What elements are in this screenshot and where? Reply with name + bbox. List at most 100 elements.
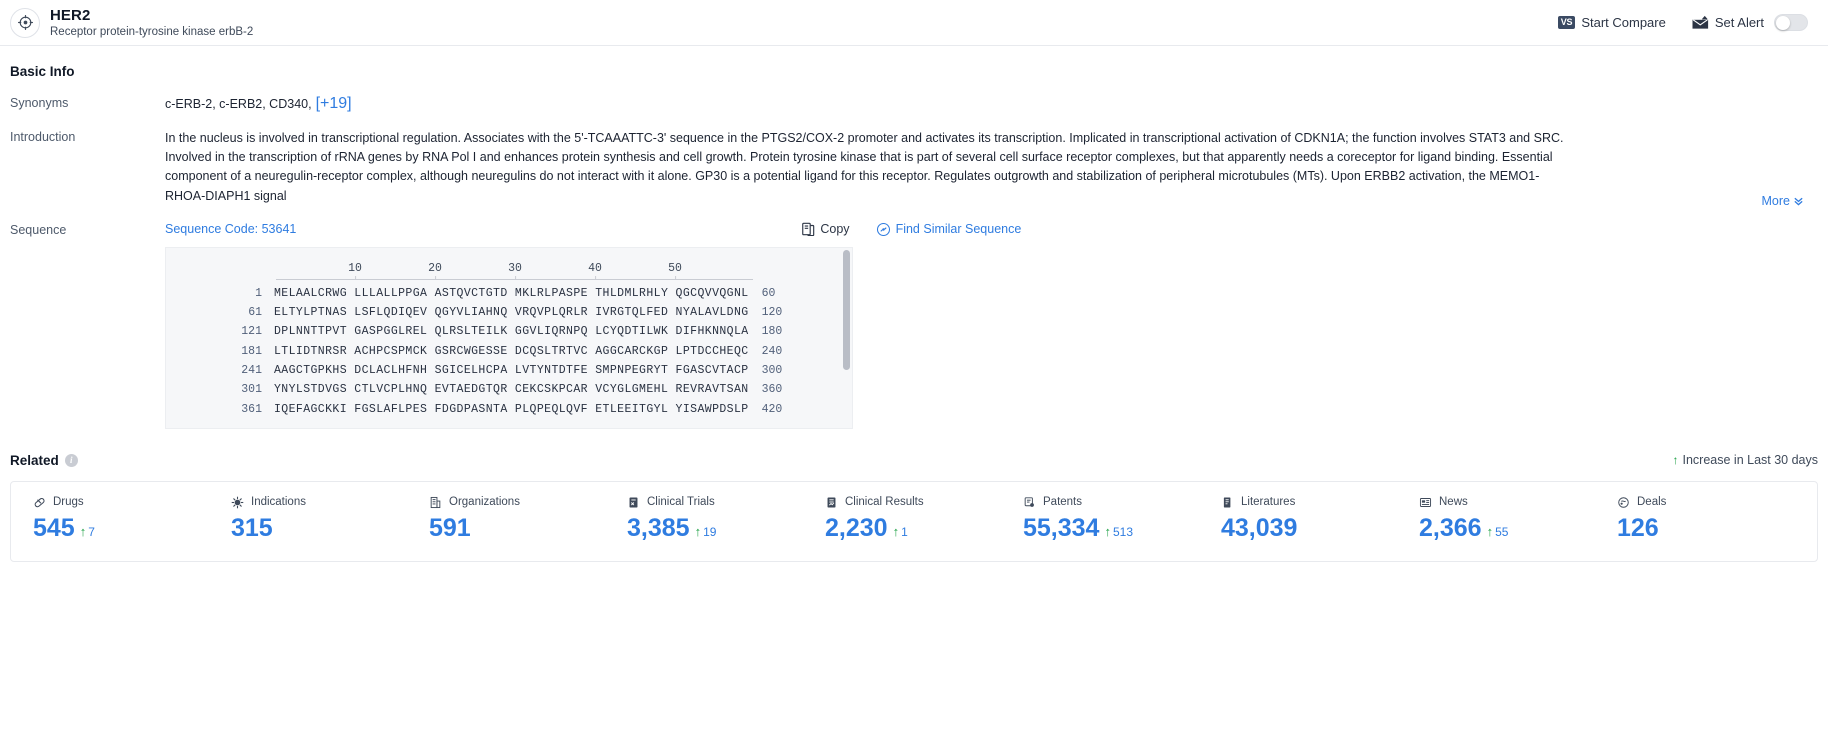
page-title: HER2 (50, 6, 91, 24)
card-label: Organizations (449, 496, 520, 509)
related-card-deals[interactable]: Deals 126 (1595, 496, 1793, 543)
sequence-start-index: 181 (241, 344, 262, 358)
basic-info-title: Basic Info (10, 64, 75, 79)
results-doc-icon (825, 496, 838, 509)
header-actions: VS Start Compare Set Alert (1557, 14, 1808, 31)
alert-envelope-icon (1692, 15, 1709, 30)
related-header: Related i ↑ Increase in Last 30 days (10, 453, 1818, 468)
sequence-start-index: 241 (241, 364, 262, 377)
ruler-tick-30: 30 (508, 261, 522, 280)
introduction-label: Introduction (10, 130, 76, 144)
related-card-literatures[interactable]: Literatures 43,039 (1199, 496, 1397, 543)
sequence-line: 181 LTLIDTNRSR ACHPCSPMCK GSRCWGESSE DCQS… (166, 342, 852, 361)
copy-button[interactable]: Copy (801, 222, 850, 237)
card-label: Clinical Results (845, 496, 924, 509)
more-label: More (1761, 193, 1790, 208)
up-arrow-icon: ↑ (1104, 523, 1111, 539)
card-value-row: 43,039 (1221, 513, 1397, 543)
related-card-patents[interactable]: Patents 55,334 ↑ 513 (1001, 496, 1199, 543)
card-value-row: 126 (1617, 513, 1793, 543)
up-arrow-icon: ↑ (79, 523, 87, 539)
sequence-viewer[interactable]: 10 20 30 40 50 1 MELAALCRWG LLLALLPPGA AS… (165, 246, 853, 429)
card-delta: ↑ 1 (893, 524, 908, 539)
sequence-ruler: 10 20 30 40 50 (276, 262, 766, 284)
sequence-line: 1 MELAALCRWG LLLALLPPGA ASTQVCTGTD MKLRLP… (166, 284, 852, 303)
sequence-start-index: 121 (241, 325, 262, 339)
card-header: Patents (1023, 496, 1199, 509)
card-delta: ↑ 55 (1487, 524, 1509, 539)
set-alert-toggle[interactable] (1774, 14, 1808, 31)
ruler-tick-10: 10 (348, 261, 362, 280)
card-value: 591 (429, 513, 471, 542)
sequence-end-index: 240 (761, 344, 783, 358)
clipboard-trial-icon (627, 496, 640, 509)
card-value-row: 3,385 ↑ 19 (627, 513, 803, 543)
book-icon (1221, 496, 1234, 509)
card-value-row: 2,230 ↑ 1 (825, 513, 1001, 543)
find-similar-sequence-button[interactable]: Find Similar Sequence (876, 222, 1022, 237)
vs-icon: VS (1557, 16, 1576, 29)
related-card-drugs[interactable]: Drugs 545 ↑ 7 (11, 496, 209, 543)
related-card-organizations[interactable]: Organizations 591 (407, 496, 605, 543)
sequence-residues: ELTYLPTNAS LSFLQDIQEV QGYVLIAHNQ VRQVPLQ… (274, 306, 749, 320)
virus-icon (231, 496, 244, 509)
pill-icon (33, 496, 46, 509)
card-value: 2,366 (1419, 513, 1482, 542)
synonyms-body: c-ERB-2, c-ERB2, CD340, [+19] (165, 95, 1818, 113)
synonyms-row: Synonyms c-ERB-2, c-ERB2, CD340, [+19] (10, 95, 1818, 113)
sequence-line: 61 ELTYLPTNAS LSFLQDIQEV QGYVLIAHNQ VRQVP… (166, 303, 852, 322)
related-card-clinical-results[interactable]: Clinical Results 2,230 ↑ 1 (803, 496, 1001, 543)
sequence-label: Sequence (10, 222, 67, 237)
header-title-group: HER2 Receptor protein-tyrosine kinase er… (50, 7, 253, 39)
page-subtitle: Receptor protein-tyrosine kinase erbB-2 (50, 25, 254, 38)
introduction-row: Introduction In the nucleus is involved … (10, 129, 1818, 208)
introduction-more-button[interactable]: More (1747, 193, 1804, 208)
related-cards: Drugs 545 ↑ 7 Indications 315 Organizations 591… (10, 480, 1818, 562)
sequence-actions: Copy Find Similar Sequence (801, 222, 1021, 237)
synonyms-more-link[interactable]: [+19] (316, 95, 352, 112)
card-delta: ↑ 19 (695, 524, 717, 539)
card-value: 2,230 (825, 513, 888, 542)
info-icon[interactable]: i (64, 453, 78, 467)
sequence-end-index: 60 (761, 286, 776, 300)
sequence-inner: 10 20 30 40 50 1 MELAALCRWG LLLALLPPGA AS… (166, 248, 852, 419)
sequence-code[interactable]: Sequence Code: 53641 (165, 222, 296, 236)
related-card-news[interactable]: News 2,366 ↑ 55 (1397, 496, 1595, 543)
card-label: Patents (1043, 496, 1082, 509)
set-alert-control[interactable]: Set Alert (1692, 14, 1808, 31)
related-card-indications[interactable]: Indications 315 (209, 496, 407, 543)
card-label: News (1439, 496, 1468, 509)
increase-note-label: Increase in Last 30 days (1682, 453, 1819, 468)
page-header: HER2 Receptor protein-tyrosine kinase er… (0, 0, 1828, 46)
sequence-row: Sequence Sequence Code: 53641 Copy Find … (10, 222, 1818, 429)
find-similar-label: Find Similar Sequence (895, 222, 1022, 237)
sequence-residues: DPLNNTTPVT GASPGGLREL QLRSLTEILK GGVLIQR… (274, 325, 749, 339)
card-value-row: 2,366 ↑ 55 (1419, 513, 1595, 543)
card-label: Literatures (1241, 496, 1296, 509)
increase-note: ↑ Increase in Last 30 days (1673, 453, 1819, 467)
start-compare-button[interactable]: VS Start Compare (1557, 15, 1666, 30)
up-arrow-icon: ↑ (1672, 453, 1679, 468)
card-header: Indications (231, 496, 407, 509)
card-delta-value: 55 (1495, 524, 1509, 539)
card-label: Drugs (53, 496, 84, 509)
start-compare-label: Start Compare (1581, 15, 1666, 30)
related-heading: Related i (10, 453, 78, 468)
sequence-end-index: 360 (761, 383, 783, 397)
sequence-header: Sequence Code: 53641 Copy Find Similar S… (165, 222, 1818, 237)
card-delta-value: 1 (901, 524, 908, 539)
sequence-residues: IQEFAGCKKI FGSLAFLPES FDGDPASNTA PLQPEQL… (274, 402, 749, 416)
card-value: 55,334 (1023, 513, 1100, 542)
copy-label: Copy (820, 222, 850, 237)
sequence-scrollbar[interactable] (843, 249, 850, 370)
ruler-tick-50: 50 (668, 261, 682, 280)
similar-sequence-icon (876, 222, 891, 237)
card-header: Literatures (1221, 496, 1397, 509)
card-label: Clinical Trials (647, 496, 715, 509)
sequence-line: 301 YNYLSTDVGS CTLVCPLHNQ EVTAEDGTQR CEKC… (166, 380, 852, 399)
basic-info-heading: Basic Info (10, 64, 1818, 79)
copy-icon (801, 222, 815, 237)
sequence-line: 361 IQEFAGCKKI FGSLAFLPES FDGDPASNTA PLQP… (166, 400, 852, 419)
related-card-clinical-trials[interactable]: Clinical Trials 3,385 ↑ 19 (605, 496, 803, 543)
related-title: Related (10, 452, 59, 468)
